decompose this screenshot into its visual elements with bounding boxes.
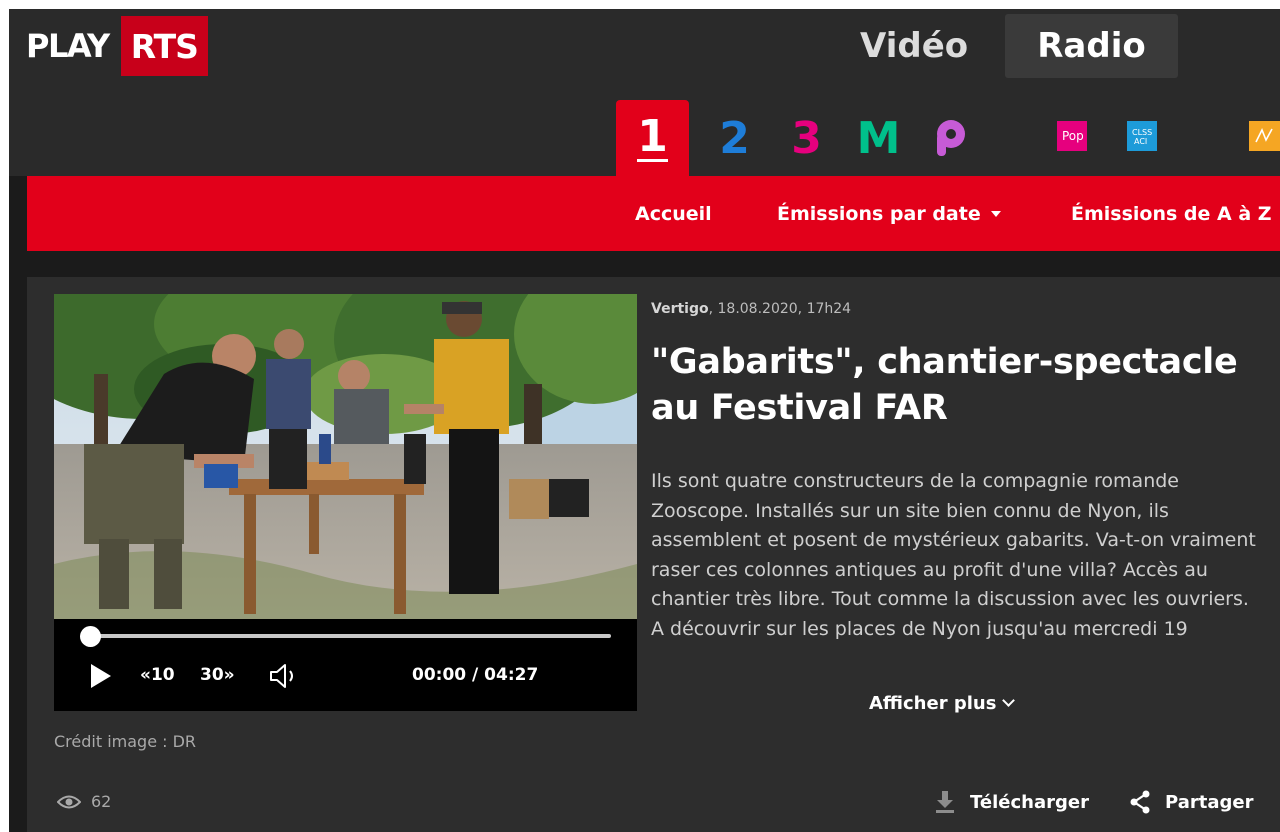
episode-title: "Gabarits", chantier-spectacle au Festiv… [651,342,1238,428]
share-button[interactable]: Partager [1129,790,1253,814]
jazz-logo-icon [1254,128,1273,143]
classic-logo-icon: CLSSACI [1132,128,1152,146]
episode-card: «10 30» 00:00 / 04:27 Crédit image : DR … [27,277,1280,832]
volume-icon[interactable] [268,662,300,690]
share-icon [1130,790,1150,814]
download-label: Télécharger [970,791,1089,813]
subnav-by-date-label: Émissions par date [777,202,981,225]
svg-text:ACI: ACI [1134,137,1147,146]
podcast-p-icon [936,120,965,156]
subnav-home[interactable]: Accueil [635,176,712,251]
channel-pop-icon[interactable]: Pop [1057,121,1087,151]
app-frame: PLAY RTS Vidéo Radio 1 2 3 M Pop CLSS ACI… [9,9,1280,832]
description-fade [651,647,1266,677]
image-credit: Crédit image : DR [54,732,197,751]
channel-espace-2[interactable]: 2 [698,100,771,176]
episode-description: Ils sont quatre constructeurs de la comp… [651,470,1256,640]
svg-text:Pop: Pop [1062,129,1083,143]
channel-option-musique[interactable]: M [842,100,915,176]
nav-video-link[interactable]: Vidéo [860,14,968,78]
show-more-button[interactable]: Afficher plus [869,693,1016,714]
pop-logo-icon: Pop [1062,129,1083,143]
show-name[interactable]: Vertigo [651,301,709,317]
channel-couleur-3[interactable]: 3 [770,100,843,176]
chevron-down-icon [1002,694,1016,707]
skip-forward-30-button[interactable]: 30» [200,665,235,685]
progress-knob[interactable] [80,626,101,647]
share-label: Partager [1165,791,1254,813]
download-button[interactable]: Télécharger [934,790,1089,814]
channel-la-1ere[interactable]: 1 [616,100,689,176]
top-bar: PLAY RTS Vidéo Radio [9,9,1280,93]
caret-down-icon [990,210,1001,217]
channel-classic-icon[interactable]: CLSS ACI [1127,121,1157,151]
eye-icon [57,795,81,808]
subnav-by-date[interactable]: Émissions par date [777,176,1001,251]
logo-play-text: PLAY [26,27,110,65]
channel-jazz-icon[interactable] [1249,121,1280,151]
radio-channel-bar: 1 2 3 M Pop CLSS ACI [9,93,1280,176]
skip-back-10-button[interactable]: «10 [140,665,175,685]
video-player[interactable]: «10 30» 00:00 / 04:27 [54,294,637,711]
player-controls: «10 30» 00:00 / 04:27 [54,619,637,711]
show-more-label: Afficher plus [869,693,997,714]
subnav-a-to-z[interactable]: Émissions de A à Z [1071,176,1272,251]
episode-photo-illustration [54,294,637,619]
channel-1-label: 1 [637,110,668,162]
nav-radio-link[interactable]: Radio [1005,14,1178,78]
episode-date: , 18.08.2020, 17h24 [708,301,852,317]
view-count: 62 [57,792,111,811]
channel-podcasts[interactable] [914,100,987,176]
episode-photo[interactable] [54,294,637,619]
logo-rts-text: RTS [120,16,208,76]
download-icon [936,791,954,813]
progress-track[interactable] [90,634,611,638]
svg-text:CLSS: CLSS [1132,128,1152,137]
playback-time: 00:00 / 04:27 [412,665,539,685]
radio-subnav: Accueil Émissions par date Émissions de … [27,176,1280,251]
play-icon[interactable] [90,663,112,689]
play-rts-logo[interactable]: PLAY RTS [26,16,208,76]
episode-meta: Vertigo, 18.08.2020, 17h24 [651,301,851,317]
view-count-value: 62 [91,792,112,811]
